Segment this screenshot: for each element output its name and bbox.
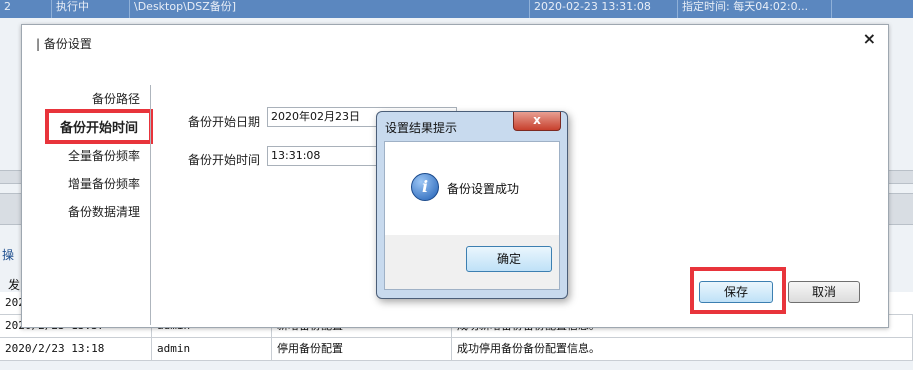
cell-result: 成功停用备份备份配置信息。 [452, 338, 913, 360]
cell-time: 2020/2/23 13:18 [0, 338, 152, 360]
nav-divider [150, 85, 151, 325]
row-status: 执行中 [52, 0, 130, 18]
dialog-title: | 备份设置 [36, 37, 92, 51]
nav-item-backup-data-cleanup[interactable]: 备份数据清理 [68, 203, 140, 220]
background-top-row: 2 执行中 \Desktop\DSZ备份] 2020-02-23 13:31:0… [0, 0, 913, 18]
cell-user: admin [152, 338, 272, 360]
dialog-title-text: 备份设置 [43, 37, 92, 51]
message-text: 备份设置成功 [447, 182, 520, 196]
message-footer: 确定 [384, 235, 560, 290]
save-button[interactable]: 保存 [699, 281, 773, 303]
cancel-button[interactable]: 取消 [788, 281, 860, 303]
row-schedule: 指定时间: 每天04:02:0... [678, 0, 832, 18]
nav-highlight-box [45, 109, 153, 144]
nav-item-full-backup-frequency[interactable]: 全量备份频率 [68, 147, 140, 164]
table-row[interactable]: 2020/2/23 13:18 admin 停用备份配置 成功停用备份备份配置信… [0, 338, 913, 361]
message-body: i 备份设置成功 [384, 141, 560, 237]
result-message-box: 设置结果提示 x i 备份设置成功 确定 [376, 111, 568, 299]
cell-action: 停用备份配置 [272, 338, 452, 360]
row-extra [832, 0, 913, 18]
ok-button[interactable]: 确定 [466, 246, 552, 272]
row-path: \Desktop\DSZ备份] [130, 0, 530, 18]
message-box-title: 设置结果提示 [385, 121, 458, 135]
start-date-label: 备份开始日期 [188, 115, 261, 129]
info-icon: i [411, 173, 439, 201]
close-icon[interactable]: × [863, 29, 876, 48]
start-time-label: 备份开始时间 [188, 153, 261, 167]
nav-item-backup-path[interactable]: 备份路径 [92, 90, 140, 107]
row-time: 2020-02-23 13:31:08 [530, 0, 678, 18]
operations-label: 操 [2, 248, 15, 262]
close-icon[interactable]: x [513, 112, 561, 131]
nav-item-incremental-backup-frequency[interactable]: 增量备份频率 [68, 175, 140, 192]
row-index: 2 [0, 0, 52, 18]
table-header-partial: 发 [8, 278, 21, 292]
